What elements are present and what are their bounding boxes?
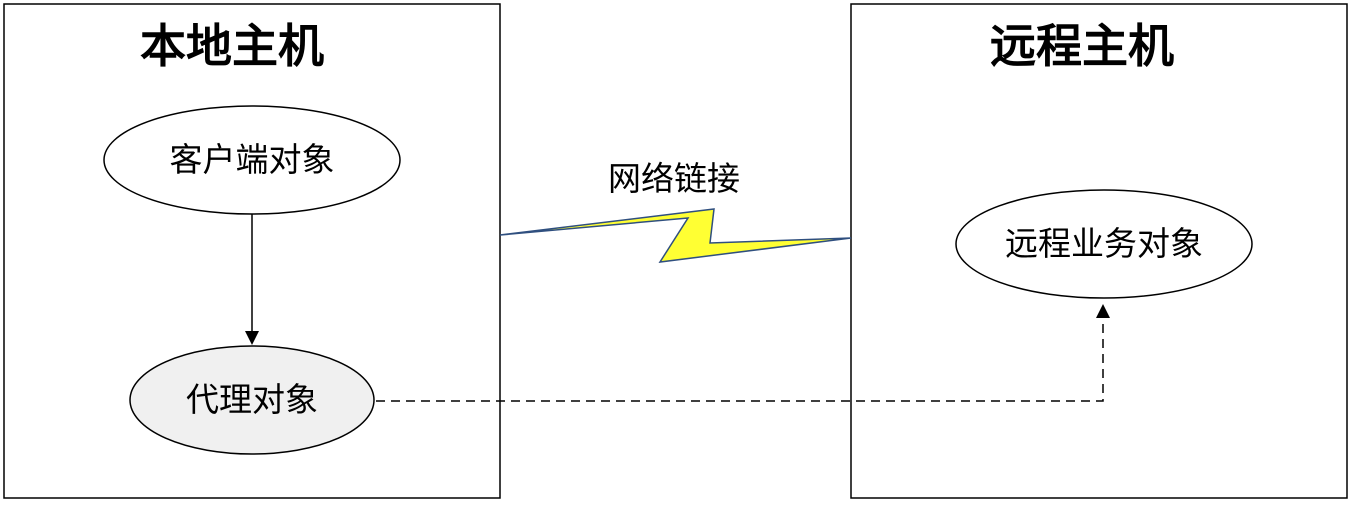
network-link: 网络链接 — [499, 159, 852, 263]
lightning-bolt-icon — [499, 208, 852, 263]
rpc-proxy-diagram: 本地主机 远程主机 客户端对象 代理对象 远程业务对象 网络链接 — [3, 3, 1348, 499]
remote-service-object-label: 远程业务对象 — [1005, 224, 1203, 263]
local-host-title: 本地主机 — [140, 19, 324, 73]
proxy-object-label: 代理对象 — [186, 380, 318, 419]
proxy-object-node: 代理对象 — [129, 345, 375, 455]
network-link-label: 网络链接 — [608, 159, 740, 198]
remote-service-object-node: 远程业务对象 — [955, 189, 1253, 299]
client-object-node: 客户端对象 — [103, 105, 401, 215]
client-object-label: 客户端对象 — [170, 140, 335, 179]
remote-host-title: 远程主机 — [990, 19, 1174, 73]
